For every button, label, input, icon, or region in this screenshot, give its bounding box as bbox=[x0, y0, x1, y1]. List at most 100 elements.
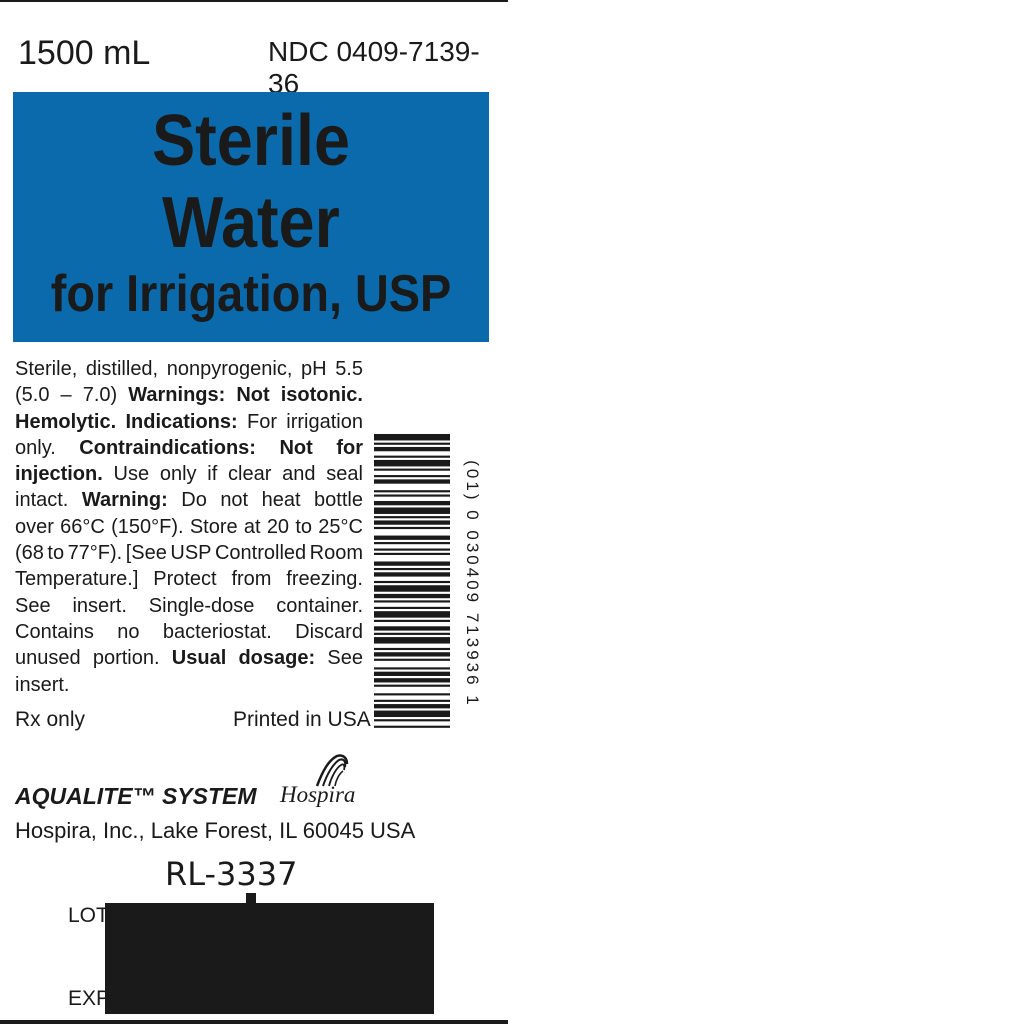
description-line: injection. Use only if clear and seal bbox=[15, 461, 363, 487]
description-word: bacteriostat. bbox=[162, 620, 272, 643]
barcode-bar bbox=[374, 542, 450, 545]
system-name: AQUALITE™ SYSTEM bbox=[15, 783, 257, 809]
description-word: Not bbox=[236, 384, 270, 407]
brand-name: Hospira bbox=[280, 782, 356, 807]
barcode-bar bbox=[374, 572, 450, 577]
barcode-bar bbox=[374, 647, 450, 651]
barcode-bar bbox=[374, 475, 450, 478]
barcode-bar bbox=[374, 567, 450, 571]
description-word: freezing. bbox=[286, 568, 363, 591]
description-word: not bbox=[220, 489, 249, 512]
barcode-bar bbox=[374, 671, 450, 676]
barcode-bar bbox=[374, 434, 450, 441]
barcode-bar bbox=[374, 593, 450, 599]
description-word: 7.0) bbox=[82, 384, 118, 407]
top-rule bbox=[0, 0, 508, 2]
description-line: only. Contraindications: Not for bbox=[15, 435, 363, 461]
description-word: Sterile, bbox=[15, 358, 78, 380]
description-word: See bbox=[327, 647, 363, 670]
description-word: (150°F). bbox=[111, 515, 184, 538]
description-word: (5.0 bbox=[15, 384, 50, 407]
description-word: Contraindications: bbox=[79, 436, 256, 459]
volume-text: 1500 mL bbox=[18, 34, 151, 72]
description-line: (68 to 77°F). [See USP Controlled Room bbox=[15, 540, 363, 566]
lot-exp-blackout bbox=[105, 903, 434, 1014]
barcode-bar bbox=[374, 494, 450, 497]
description-word: 5.5 bbox=[335, 358, 363, 380]
description-word: from bbox=[231, 568, 272, 591]
product-label: 1500 mL NDC 0409-7139-36 Sterile Water f… bbox=[0, 0, 510, 1024]
description-word: Not bbox=[279, 436, 313, 459]
description-word: clear bbox=[228, 463, 272, 486]
description-line: See insert. Single-dose container. bbox=[15, 593, 363, 619]
description-word: for bbox=[336, 436, 363, 459]
barcode-bar bbox=[374, 507, 450, 514]
barcode-bar bbox=[374, 561, 450, 566]
description-line: intact. Warning: Do not heat bottle bbox=[15, 487, 363, 513]
description-word: injection. bbox=[15, 463, 103, 486]
barcode-bar bbox=[374, 704, 450, 709]
barcode-bar bbox=[374, 710, 450, 718]
description-word: – bbox=[60, 384, 72, 407]
description-text: Sterile, distilled, nonpyrogenic, pH 5.5 (5.0… bbox=[15, 356, 363, 698]
description-word: Store bbox=[189, 515, 238, 538]
description-word: only bbox=[159, 463, 197, 486]
description-line: Sterile, distilled, nonpyrogenic, pH 5.5 bbox=[15, 356, 363, 382]
barcode-bar bbox=[374, 468, 450, 471]
barcode-bar bbox=[374, 725, 450, 728]
description-word: to bbox=[47, 542, 65, 565]
bottom-rule bbox=[0, 1020, 508, 1024]
description-word: insert. bbox=[72, 594, 127, 617]
description-line: Temperature.] Protect from freezing. bbox=[15, 566, 363, 592]
description-word: irrigation bbox=[286, 410, 363, 433]
barcode-bar bbox=[374, 520, 450, 525]
barcode-number: (01) 0 030409 713936 1 bbox=[463, 460, 482, 708]
barcode-bar bbox=[374, 658, 450, 661]
description-word: Controlled bbox=[214, 542, 307, 565]
description-word: Do bbox=[181, 489, 207, 512]
description-word: insert. bbox=[15, 673, 70, 696]
printed-in-text: Printed in USA bbox=[233, 708, 371, 731]
barcode-bar bbox=[374, 455, 450, 458]
description-word: Contains bbox=[15, 620, 94, 643]
description-word: For bbox=[246, 410, 277, 433]
description-word: Warnings: bbox=[128, 384, 226, 407]
barcode-bar bbox=[374, 535, 450, 540]
description-word: distilled, bbox=[85, 358, 159, 380]
description-word: only. bbox=[15, 436, 56, 459]
barcode-bar bbox=[374, 719, 450, 722]
description-word: Warning: bbox=[81, 489, 168, 512]
description-word: isotonic. bbox=[280, 384, 363, 407]
barcode-bar bbox=[374, 637, 450, 644]
description-word: 25°C bbox=[318, 515, 363, 538]
description-word: 20 bbox=[266, 515, 290, 538]
barcode-bar bbox=[374, 626, 450, 631]
barcode-bar bbox=[374, 606, 450, 610]
description-word: Single-dose bbox=[148, 594, 255, 617]
description-word: Temperature.] bbox=[15, 568, 139, 591]
barcode-bar bbox=[374, 459, 450, 467]
description-word: USP bbox=[170, 542, 212, 565]
description-word: Indications: bbox=[125, 410, 238, 433]
description-word: at bbox=[243, 515, 261, 538]
barcode-bar bbox=[374, 684, 450, 687]
description-word: portion. bbox=[92, 647, 160, 670]
description-line: Hemolytic. Indications: For irrigation bbox=[15, 409, 363, 435]
description-word: bottle bbox=[314, 489, 363, 512]
description-word: if bbox=[207, 463, 218, 486]
rx-only-text: Rx only bbox=[15, 708, 86, 731]
barcode-bar bbox=[374, 580, 450, 584]
title-line-3: for Irrigation, USP bbox=[50, 265, 452, 323]
description-word: Use bbox=[113, 463, 150, 486]
description-word: Protect bbox=[153, 568, 217, 591]
description-line: Contains no bacteriostat. Discard bbox=[15, 619, 363, 645]
description-line: (5.0–7.0) Warnings: Not isotonic. bbox=[15, 382, 363, 408]
barcode-bar bbox=[374, 446, 450, 452]
barcode-bar bbox=[374, 632, 450, 635]
title-line-2: Water bbox=[162, 183, 340, 263]
barcode-bar bbox=[374, 500, 450, 506]
description-word: pH bbox=[301, 358, 327, 380]
barcode-bar bbox=[374, 479, 450, 484]
barcode-bar bbox=[374, 652, 450, 657]
barcode-bar bbox=[374, 678, 450, 683]
